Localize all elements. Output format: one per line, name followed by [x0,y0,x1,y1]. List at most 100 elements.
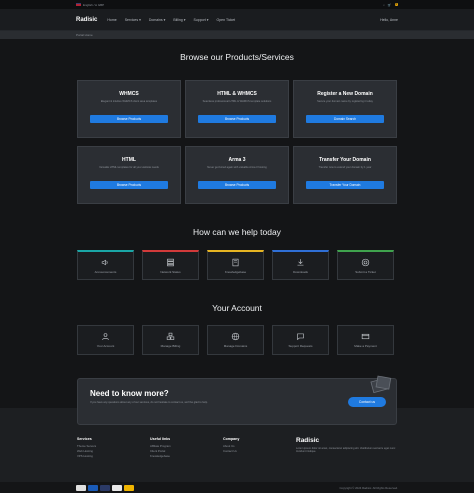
visa-icon [88,484,98,491]
domain-search-button[interactable]: Domain Search [306,115,384,123]
nav-billing[interactable]: Billing ▾ [173,18,185,22]
account-card-support[interactable]: Support Requests [272,325,329,355]
product-title: HTML [122,157,136,163]
need-more-banner: Need to know more? If you have any quest… [77,375,397,425]
flag-icon [76,3,81,6]
product-title: Arma 3 [228,157,246,163]
browse-products-button[interactable]: Browse Products [90,181,168,189]
help-card-network-status[interactable]: Network Status [142,250,199,280]
need-more-title: Need to know more? [90,389,169,398]
user-menu[interactable]: Hello, Anne [380,18,398,22]
documents-illustration-icon [370,375,392,393]
footer-heading: Useful links [150,437,171,441]
transfer-domain-button[interactable]: Transfer Your Domain [306,181,384,189]
product-desc: Versatile HTML templates for all your we… [99,166,159,169]
account-card-domains[interactable]: Manage Domains [207,325,264,355]
help-grid: Announcements Network Status Knowledgeba… [77,250,397,280]
nav-services[interactable]: Services ▾ [125,18,141,22]
account-label: Make a Payment [354,344,377,348]
product-title: Transfer Your Domain [319,157,371,163]
products-grid: WHMCS Elegant & intuitive WHMCS client a… [77,80,397,204]
footer-link[interactable]: VPS Hosting [77,454,150,459]
brand-logo[interactable]: Radisic [76,17,97,23]
browse-products-button[interactable]: Browse Products [198,115,276,123]
payment-methods [76,484,134,491]
bitcoin-icon [124,484,134,491]
help-label: Downloads [293,269,308,274]
product-title: Register a New Domain [317,91,373,97]
globe-icon [231,332,240,341]
help-card-knowledgebase[interactable]: Knowledgebase [207,250,264,280]
help-title: How can we help today [193,227,281,237]
breadcrumb-home[interactable]: Portal Home [76,33,93,37]
product-desc: Secure your domain name by registering i… [317,100,373,103]
lifebuoy-icon [361,258,370,266]
footer-brand: Radisic Lorem ipsum dolor sit amet, cons… [296,437,397,458]
help-label: Knowledgebase [224,269,247,274]
account-title: Your Account [212,303,262,313]
footer-col-useful-links: Useful links Affiliate Program Client Po… [150,437,223,458]
footer-link[interactable]: Contact Us [223,449,296,454]
cart-icon[interactable]: 🛒 [388,3,392,7]
footer-heading: Services [77,437,92,441]
download-icon [297,258,304,265]
account-grid: Your Account Manage Billing Manage Domai… [77,325,397,355]
server-icon [167,258,174,266]
help-card-submit-ticket[interactable]: Submit a Ticket [337,250,394,280]
footer-link[interactable]: Knowledgebase [150,454,223,459]
account-label: Support Requests [288,344,313,348]
help-card-downloads[interactable]: Downloads [272,250,329,280]
product-card: HTML Versatile HTML templates for all yo… [77,146,181,204]
search-icon[interactable]: ⌕ [383,3,385,7]
help-card-announcements[interactable]: Announcements [77,250,134,280]
account-label: Manage Domains [223,344,248,348]
nav-support[interactable]: Support ▾ [193,18,208,22]
need-more-desc: If you have any questions about any of o… [90,401,208,404]
chat-icon [297,333,304,341]
payment-bar: Copyright © 2024 Radisic. All Rights Res… [0,482,474,493]
footer-columns: Services Theme Servers Web Hosting VPS H… [77,437,397,458]
footer-heading: Company [223,437,240,441]
browse-products-button[interactable]: Browse Products [198,181,276,189]
copyright: Copyright © 2024 Radisic. All Rights Res… [339,485,399,490]
product-card: Transfer Your Domain Transfer now to ext… [293,146,397,204]
book-icon [232,258,239,266]
boxes-icon [166,332,175,340]
account-card-billing[interactable]: Manage Billing [142,325,199,355]
help-label: Announcements [94,269,117,274]
product-desc: Transfer now to extend your domain by 1 … [318,166,372,169]
account-card-payment[interactable]: Make a Payment [337,325,394,355]
account-card-your-account[interactable]: Your Account [77,325,134,355]
footer-col-services: Services Theme Servers Web Hosting VPS H… [77,437,150,458]
nav-home[interactable]: Home [107,18,116,22]
account-label: Manage Billing [160,344,181,348]
nav-open-ticket[interactable]: Open Ticket [216,18,235,22]
product-card: HTML & WHMCS Seamless professional HTML … [185,80,289,138]
user-icon [102,333,109,341]
top-bar: English / £ GBP ⌕ 🛒 0 [0,0,474,9]
footer-col-company: Company About Us Contact Us [223,437,296,458]
cart-count: 0 [394,3,398,6]
footer-logo: Radisic [296,437,320,444]
locale-selector[interactable]: English / £ GBP [76,3,104,7]
megaphone-icon [101,259,108,265]
main-navbar: Radisic Home Services ▾ Domains ▾ Billin… [0,9,474,31]
account-label: Your Account [96,344,115,348]
product-desc: Seamless professional HTML & WHMCS templ… [202,100,272,103]
product-card: WHMCS Elegant & intuitive WHMCS client a… [77,80,181,138]
payment-card-icon [76,484,86,491]
browse-products-button[interactable]: Browse Products [90,115,168,123]
product-title: WHMCS [119,91,139,97]
product-card: Arma 3 Never get bored again with valuab… [185,146,289,204]
help-label: Submit a Ticket [355,269,376,274]
contact-us-button[interactable]: Contact us [348,397,386,407]
product-desc: Elegant & intuitive WHMCS client area te… [100,100,158,103]
paypal-icon [100,484,110,491]
product-desc: Never get bored again with valuable Arma… [207,166,267,169]
product-card: Register a New Domain Secure your domain… [293,80,397,138]
product-title: HTML & WHMCS [217,91,257,97]
breadcrumb: Portal Home [0,31,474,39]
amex-icon [112,484,122,491]
products-title: Browse our Products/Services [180,52,294,62]
nav-domains[interactable]: Domains ▾ [149,18,166,22]
